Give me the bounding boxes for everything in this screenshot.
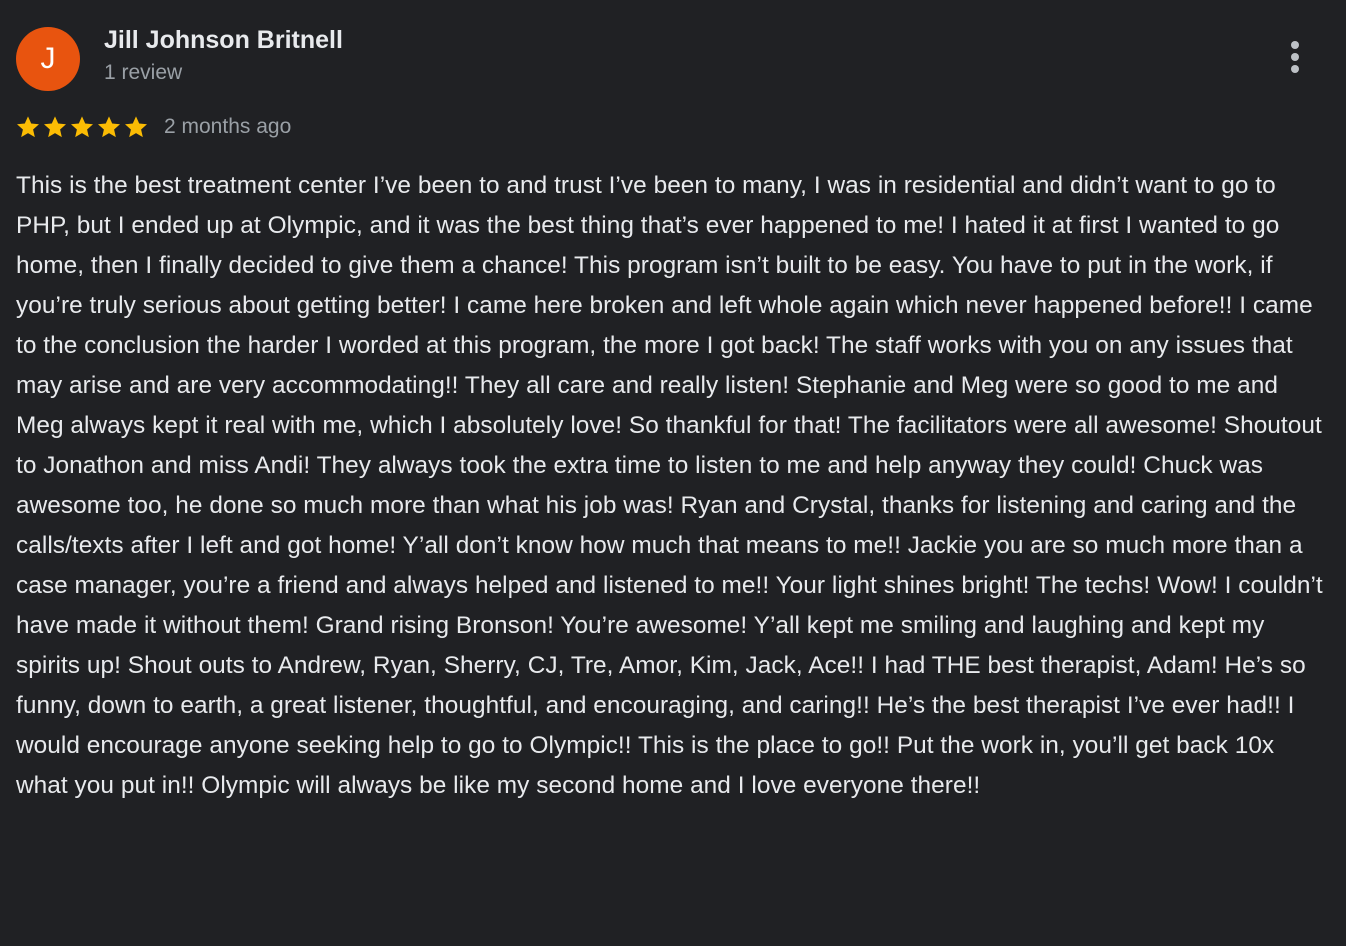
reviewer-name[interactable]: Jill Johnson Britnell [104,26,343,55]
star-icon [44,116,66,138]
star-icon [98,116,120,138]
star-icon [71,116,93,138]
review-text: This is the best treatment center I’ve b… [16,172,1323,799]
star-icon [17,116,39,138]
review-date: 2 months ago [164,115,292,138]
more-vert-icon-dot [1291,53,1299,61]
star-icon [125,116,147,138]
avatar[interactable]: J [16,27,80,91]
reviewer-review-count[interactable]: 1 review [104,61,182,85]
star-rating [15,114,150,140]
more-vert-icon-dot [1291,65,1299,73]
rating-row: 2 months ago [15,112,291,142]
more-vert-icon-dot [1291,41,1299,49]
more-options-button[interactable] [1278,36,1314,78]
